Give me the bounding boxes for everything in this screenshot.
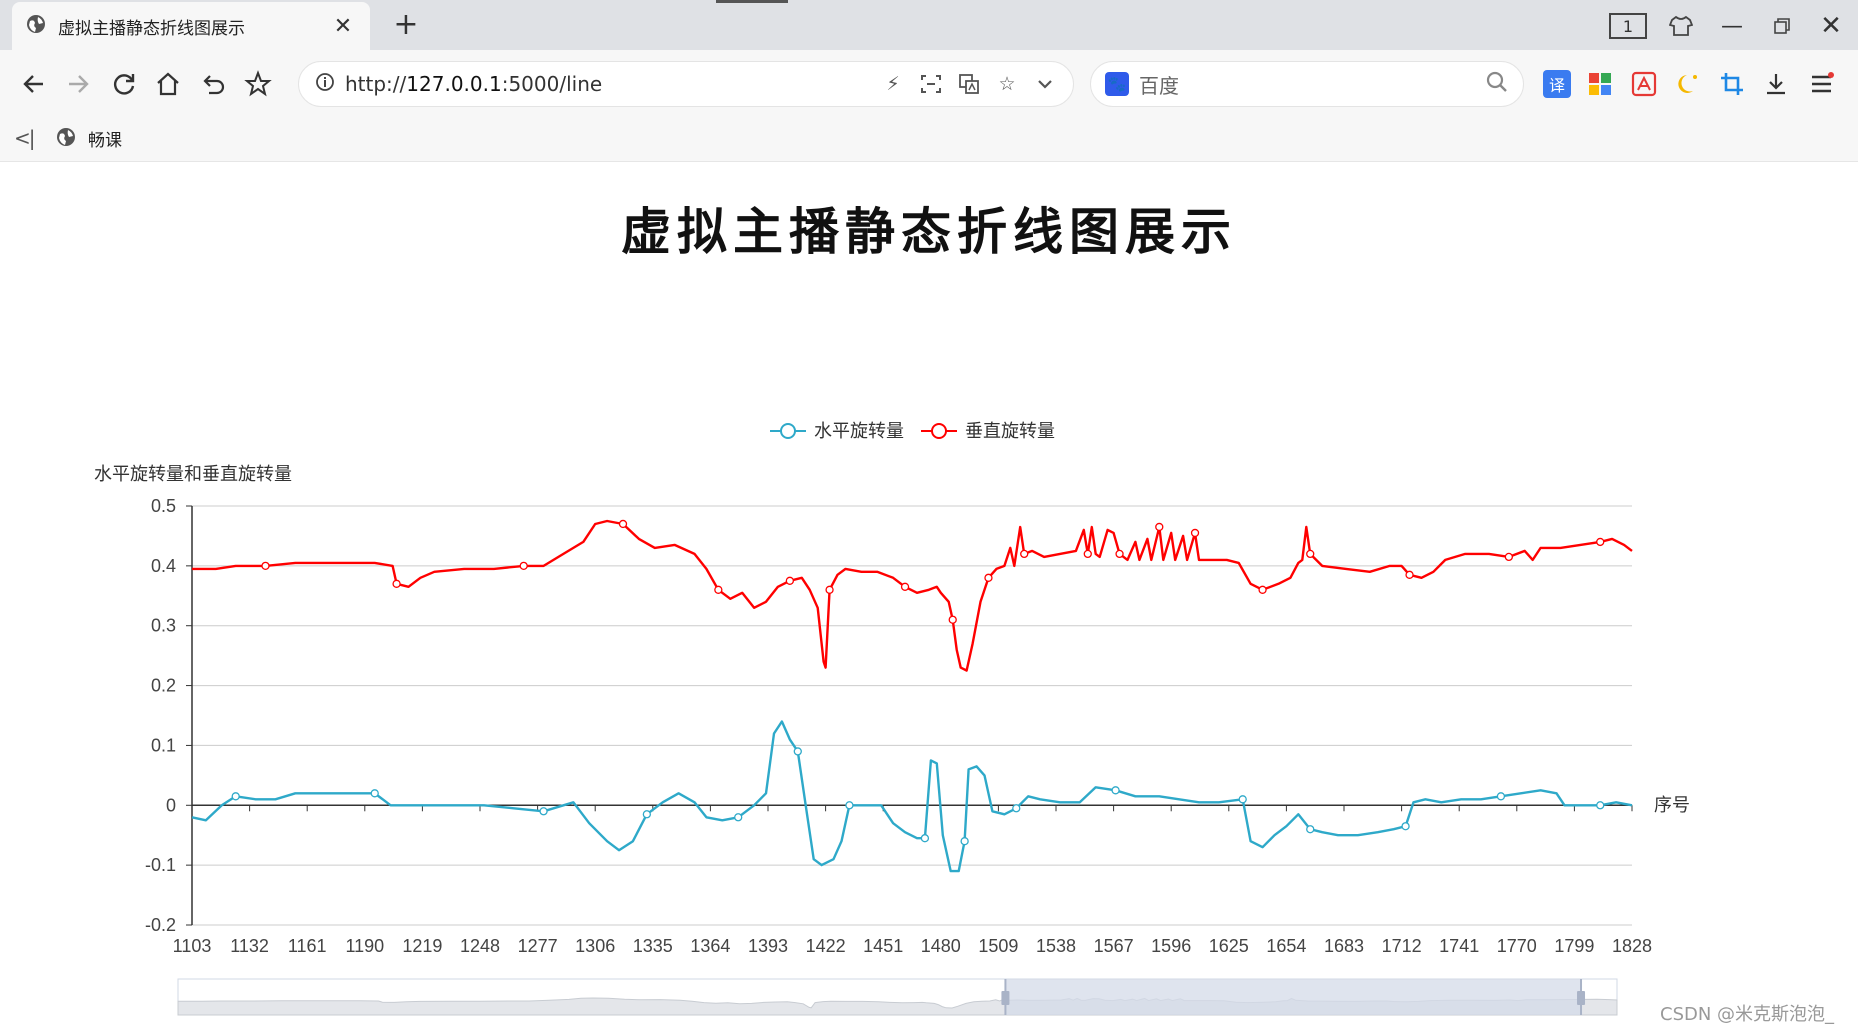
- x-tick-label: 1422: [806, 936, 846, 956]
- data-point-vertical: [984, 573, 993, 582]
- x-tick-label: 1509: [978, 936, 1018, 956]
- data-point-horizontal: [920, 834, 930, 843]
- x-tick-label: 1712: [1382, 936, 1422, 956]
- legend-marker[interactable]: [931, 423, 947, 439]
- data-point-vertical: [900, 582, 910, 591]
- x-tick-label: 1567: [1094, 936, 1134, 956]
- x-tick-label: 1770: [1497, 936, 1537, 956]
- data-point-horizontal: [845, 801, 854, 810]
- x-tick-label: 1306: [575, 936, 615, 956]
- data-point-horizontal: [1111, 786, 1120, 795]
- data-point-vertical: [392, 579, 401, 588]
- series-line-horizontal: [191, 720, 1633, 873]
- legend-marker[interactable]: [780, 423, 796, 439]
- x-tick-label: 1654: [1266, 936, 1306, 956]
- data-point-horizontal: [370, 789, 379, 798]
- data-point-horizontal: [1401, 822, 1410, 831]
- x-tick-label: 1364: [690, 936, 730, 956]
- x-tick-label: 1277: [518, 936, 558, 956]
- data-point-vertical: [618, 519, 628, 529]
- data-point-vertical: [1155, 522, 1164, 532]
- x-tick-label: 1393: [748, 936, 788, 956]
- data-zoom-start-grip[interactable]: [1001, 991, 1010, 1005]
- data-point-vertical: [948, 615, 957, 624]
- y-tick-label: 0.1: [151, 735, 176, 755]
- data-point-horizontal: [1306, 825, 1315, 834]
- x-tick-label: 1625: [1209, 936, 1249, 956]
- line-chart: 0.5 0.4 0.3 0.2 0.1 0 -0.1 -0.21103 1132 1161 1190…: [94, 421, 1690, 1016]
- x-tick-label: 1103: [173, 936, 212, 956]
- data-point-vertical: [1306, 549, 1315, 559]
- data-point-vertical: [785, 576, 794, 585]
- x-tick-label: 1741: [1439, 936, 1479, 956]
- y-tick-label: 0: [166, 795, 176, 815]
- data-point-vertical: [1083, 549, 1092, 559]
- x-tick-label: 1335: [633, 936, 673, 956]
- legend-label: 水平旋转量: [814, 421, 904, 441]
- y-tick-label: 0.5: [151, 496, 176, 516]
- y-tick-label: 0.4: [151, 556, 176, 576]
- y-tick-label: 0.3: [151, 616, 176, 636]
- x-tick-label: 1683: [1324, 936, 1364, 956]
- data-zoom-end-grip[interactable]: [1577, 991, 1586, 1005]
- x-tick-label: 1480: [921, 936, 961, 956]
- data-point-vertical: [1190, 528, 1200, 538]
- x-tick-label: 1828: [1612, 936, 1652, 956]
- data-point-horizontal: [1012, 804, 1021, 813]
- x-tick-label: 1451: [863, 936, 903, 956]
- x-tick-label: 1219: [402, 936, 442, 956]
- y-tick-label: -0.1: [145, 855, 176, 875]
- data-point-vertical: [825, 585, 834, 594]
- data-point-horizontal: [1238, 795, 1247, 804]
- legend-label: 垂直旋转量: [965, 421, 1055, 441]
- x-tick-label: 1161: [288, 936, 327, 956]
- data-point-vertical: [261, 561, 270, 571]
- data-point-horizontal: [960, 837, 969, 846]
- data-point-vertical: [1258, 585, 1267, 594]
- x-tick-label: 1248: [460, 936, 500, 956]
- data-point-horizontal: [734, 813, 743, 822]
- watermark: CSDN @米克斯泡泡_: [1660, 1004, 1835, 1025]
- data-point-vertical: [1504, 552, 1514, 562]
- y-tick-label: 0.2: [151, 676, 176, 696]
- data-point-vertical: [1405, 570, 1414, 579]
- data-point-horizontal: [642, 810, 651, 819]
- data-point-vertical: [1115, 549, 1124, 559]
- y-axis-name: 水平旋转量和垂直旋转量: [94, 464, 292, 484]
- x-tick-label: 1538: [1036, 936, 1076, 956]
- data-point-vertical: [519, 561, 528, 571]
- x-tick-label: 1799: [1554, 936, 1594, 956]
- x-tick-label: 1132: [230, 936, 269, 956]
- data-point-horizontal: [539, 807, 548, 816]
- x-axis-name: 序号: [1654, 795, 1690, 815]
- x-tick-label: 1190: [345, 936, 384, 956]
- x-tick-label: 1596: [1151, 936, 1191, 956]
- data-point-vertical: [714, 585, 723, 594]
- y-tick-label: -0.2: [145, 915, 176, 935]
- data-point-horizontal: [1596, 801, 1605, 810]
- data-point-vertical: [1596, 537, 1605, 547]
- data-zoom-selection[interactable]: [1005, 979, 1582, 1015]
- data-point-horizontal: [1496, 792, 1506, 801]
- data-point-vertical: [1020, 549, 1029, 559]
- data-point-horizontal: [231, 792, 240, 801]
- data-point-horizontal: [793, 747, 802, 756]
- series-line-vertical: [192, 519, 1633, 672]
